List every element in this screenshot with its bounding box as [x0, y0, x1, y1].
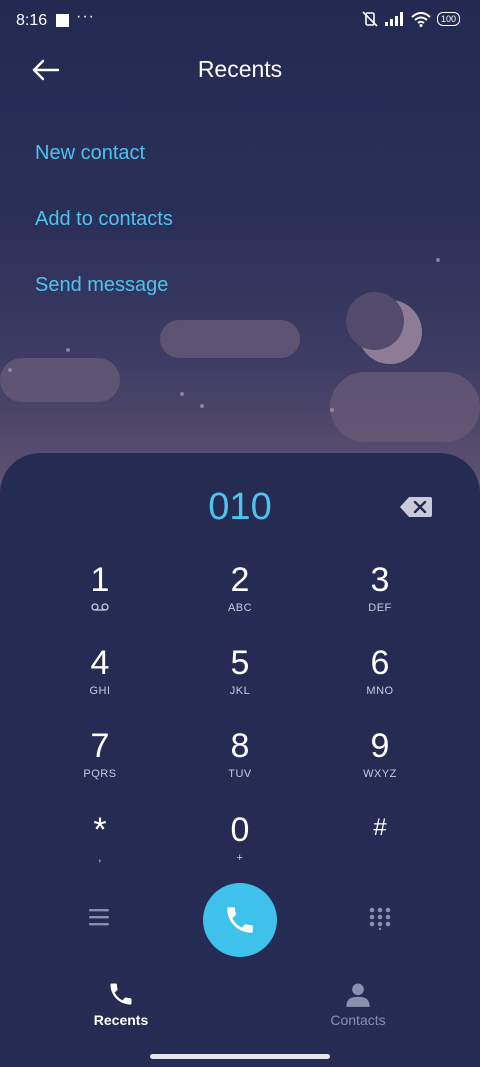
key-letters: MNO [366, 685, 394, 697]
key-digit: 3 [370, 561, 390, 599]
key-star[interactable]: * , [40, 812, 160, 864]
key-letters: PQRS [83, 768, 117, 780]
key-digit: 7 [90, 727, 110, 765]
key-letters: JKL [229, 685, 251, 697]
key-digit: 4 [90, 644, 110, 682]
star-illustration [66, 348, 70, 352]
status-time: 8:16 [16, 12, 48, 29]
backspace-icon[interactable] [400, 496, 432, 518]
key-digit: 0 [230, 811, 250, 849]
status-icons: 100 [361, 11, 460, 27]
key-9[interactable]: 9 WXYZ [320, 728, 440, 780]
tab-contacts[interactable]: Contacts [298, 980, 418, 1028]
key-letters: DEF [368, 602, 392, 614]
new-contact-link[interactable]: New contact [35, 142, 145, 165]
notification-square-icon [56, 14, 69, 27]
key-digit: * [93, 811, 107, 849]
menu-icon[interactable] [88, 907, 110, 927]
cloud-illustration [160, 320, 300, 358]
key-8[interactable]: 8 TUV [180, 728, 300, 780]
key-4[interactable]: 4 GHI [40, 645, 160, 697]
phone-icon [227, 907, 253, 933]
star-illustration [436, 258, 440, 262]
key-digit: 8 [230, 727, 250, 765]
key-1[interactable]: 1 [40, 562, 160, 611]
vibrate-off-icon [362, 11, 378, 27]
star-illustration [8, 368, 12, 372]
key-letters: ABC [227, 602, 253, 614]
key-5[interactable]: 5 JKL [180, 645, 300, 697]
star-illustration [330, 408, 334, 412]
key-digit: 6 [370, 644, 390, 682]
dialpad-toggle-icon[interactable] [368, 906, 392, 930]
send-message-link[interactable]: Send message [35, 274, 168, 297]
signal-icon [384, 12, 403, 26]
status-bar: 8:16 ··· 100 [0, 0, 480, 44]
wifi-icon [411, 11, 431, 27]
home-indicator[interactable] [150, 1054, 330, 1059]
cloud-illustration [330, 372, 480, 442]
tab-recents[interactable]: Recents [61, 980, 181, 1028]
key-6[interactable]: 6 MNO [320, 645, 440, 697]
star-illustration [200, 404, 204, 408]
key-digit: 5 [230, 644, 250, 682]
key-digit: 2 [230, 561, 250, 599]
cloud-illustration [0, 358, 120, 402]
tab-label: Contacts [330, 1012, 386, 1028]
tab-label: Recents [93, 1012, 149, 1028]
battery-indicator: 100 [436, 12, 460, 26]
key-2[interactable]: 2 ABC [180, 562, 300, 614]
voicemail-icon [91, 603, 109, 611]
key-letters: TUV [228, 768, 252, 780]
key-digit: 1 [90, 561, 110, 599]
key-digit: 9 [370, 727, 390, 765]
call-button[interactable] [203, 883, 277, 957]
person-icon [346, 983, 370, 1007]
key-letters: , [98, 852, 102, 864]
star-illustration [180, 392, 184, 396]
key-0[interactable]: 0 + [180, 812, 300, 864]
key-letters: + [236, 852, 244, 864]
key-hash[interactable]: # [320, 812, 440, 844]
moon-shadow [346, 292, 404, 350]
key-digit: # [373, 814, 387, 841]
key-3[interactable]: 3 DEF [320, 562, 440, 614]
page-title: Recents [197, 56, 283, 82]
key-letters: GHI [89, 685, 111, 697]
add-to-contacts-link[interactable]: Add to contacts [35, 208, 173, 231]
status-more: ··· [76, 8, 95, 25]
key-7[interactable]: 7 PQRS [40, 728, 160, 780]
phone-icon [110, 983, 132, 1005]
key-letters: WXYZ [363, 768, 397, 780]
